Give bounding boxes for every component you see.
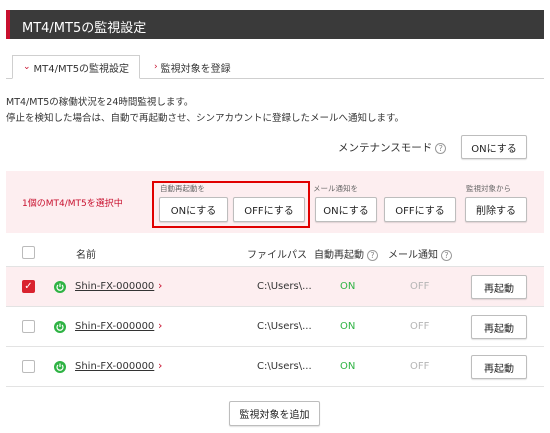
page-header: MT4/MT5の監視設定 — [6, 10, 544, 39]
remove-group-label: 監視対象から — [466, 184, 511, 193]
auto-restart-status: ON — [340, 281, 356, 292]
row-checkbox[interactable] — [22, 320, 35, 333]
page-title: MT4/MT5の監視設定 — [22, 21, 147, 36]
chevron-right-icon: › — [158, 319, 163, 332]
add-target-button[interactable]: 監視対象を追加 — [229, 401, 320, 426]
tab-label: MT4/MT5の監視設定 — [33, 63, 130, 75]
file-path: C:\Users\... — [257, 321, 312, 332]
file-path: C:\Users\... — [257, 281, 312, 292]
mail-notify-off-button[interactable]: OFFにする — [384, 197, 456, 222]
restart-button[interactable]: 再起動 — [471, 315, 527, 339]
mail-status: OFF — [410, 361, 430, 372]
tab-monitor-settings[interactable]: ⌄ MT4/MT5の監視設定 — [12, 55, 140, 79]
help-icon[interactable]: ? — [441, 249, 452, 261]
row-checkbox[interactable] — [22, 360, 35, 373]
power-icon — [54, 321, 66, 333]
column-header-mail: メール通知? — [388, 246, 452, 261]
divider — [6, 386, 544, 387]
divider — [6, 306, 544, 307]
row-checkbox[interactable]: ✓ — [22, 280, 35, 293]
file-path: C:\Users\... — [257, 361, 312, 372]
column-header-name: 名前 — [76, 250, 96, 261]
terminal-name-link[interactable]: Shin-FX-000000 — [75, 361, 154, 372]
terminal-name-link[interactable]: Shin-FX-000000 — [75, 321, 154, 332]
description-line-2: 停止を検知した場合は、自動で再起動させ、シンアカウントに登録したメールへ通知しま… — [6, 113, 405, 124]
select-all-checkbox[interactable] — [22, 246, 35, 259]
restart-button[interactable]: 再起動 — [471, 275, 527, 299]
power-icon — [54, 361, 66, 373]
help-icon[interactable]: ? — [435, 142, 447, 154]
remove-button[interactable]: 削除する — [465, 197, 527, 222]
mail-notify-group-label: メール通知を — [313, 184, 358, 193]
chevron-right-icon: › — [158, 359, 163, 372]
highlight-box — [152, 181, 310, 228]
terminal-name-link[interactable]: Shin-FX-000000 — [75, 281, 154, 292]
tab-register-target[interactable]: › 監視対象を登録 — [154, 55, 231, 79]
tab-label: 監視対象を登録 — [160, 63, 231, 75]
divider — [6, 346, 544, 347]
mail-status: OFF — [410, 321, 430, 332]
chevron-right-icon: › — [154, 62, 158, 72]
maintenance-on-button[interactable]: ONにする — [461, 135, 527, 159]
chevron-right-icon: › — [158, 279, 163, 292]
auto-restart-status: ON — [340, 321, 356, 332]
maintenance-mode-label: メンテナンスモード? — [338, 140, 447, 155]
mail-status: OFF — [410, 281, 430, 292]
help-icon[interactable]: ? — [367, 249, 378, 261]
power-icon — [54, 281, 66, 293]
tab-bar: ⌄ MT4/MT5の監視設定 › 監視対象を登録 — [6, 55, 544, 79]
description-line-1: MT4/MT5の稼働状況を24時間監視します。 — [6, 97, 194, 108]
restart-button[interactable]: 再起動 — [471, 355, 527, 379]
auto-restart-status: ON — [340, 361, 356, 372]
chevron-down-icon: ⌄ — [22, 62, 31, 72]
column-header-auto-restart: 自動再起動? — [314, 246, 378, 261]
mail-notify-on-button[interactable]: ONにする — [315, 197, 377, 222]
column-header-path: ファイルパス — [247, 250, 307, 261]
selected-count-text: 1個のMT4/MT5を選択中 — [22, 199, 123, 209]
check-icon: ✓ — [24, 281, 33, 292]
